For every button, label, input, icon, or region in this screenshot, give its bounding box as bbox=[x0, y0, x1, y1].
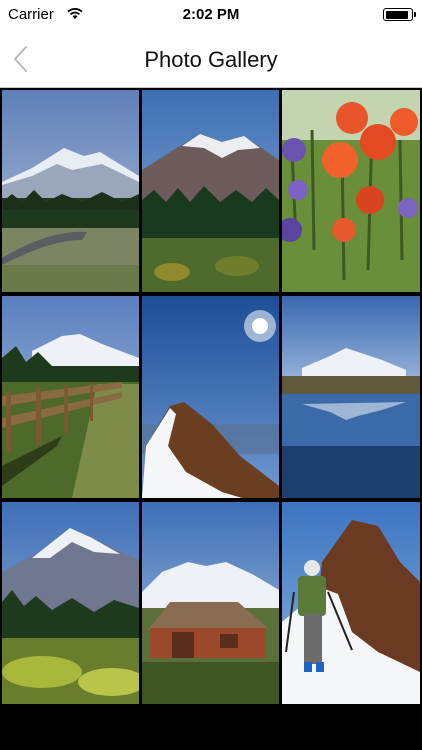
navigation-bar: Photo Gallery bbox=[0, 30, 422, 88]
photo-mountain-forest[interactable] bbox=[142, 90, 279, 292]
bottom-bar bbox=[0, 706, 422, 750]
photo-snow-ridge-sun[interactable] bbox=[142, 296, 279, 498]
photo-mountain-fence-path[interactable] bbox=[2, 296, 139, 498]
photo-wildflowers[interactable] bbox=[282, 90, 420, 292]
photo-hiker-snow-ridge[interactable] bbox=[282, 502, 420, 704]
status-bar: Carrier 2:02 PM bbox=[0, 0, 422, 30]
photo-mountain-barn[interactable] bbox=[142, 502, 279, 704]
battery-icon bbox=[383, 8, 416, 21]
photo-mountain-meadow[interactable] bbox=[2, 502, 139, 704]
photo-mountain-road[interactable] bbox=[2, 90, 139, 292]
photo-mountain-lake-reflection[interactable] bbox=[282, 296, 420, 498]
page-title: Photo Gallery bbox=[144, 47, 278, 72]
photo-grid bbox=[0, 88, 422, 706]
clock: 2:02 PM bbox=[182, 6, 240, 23]
